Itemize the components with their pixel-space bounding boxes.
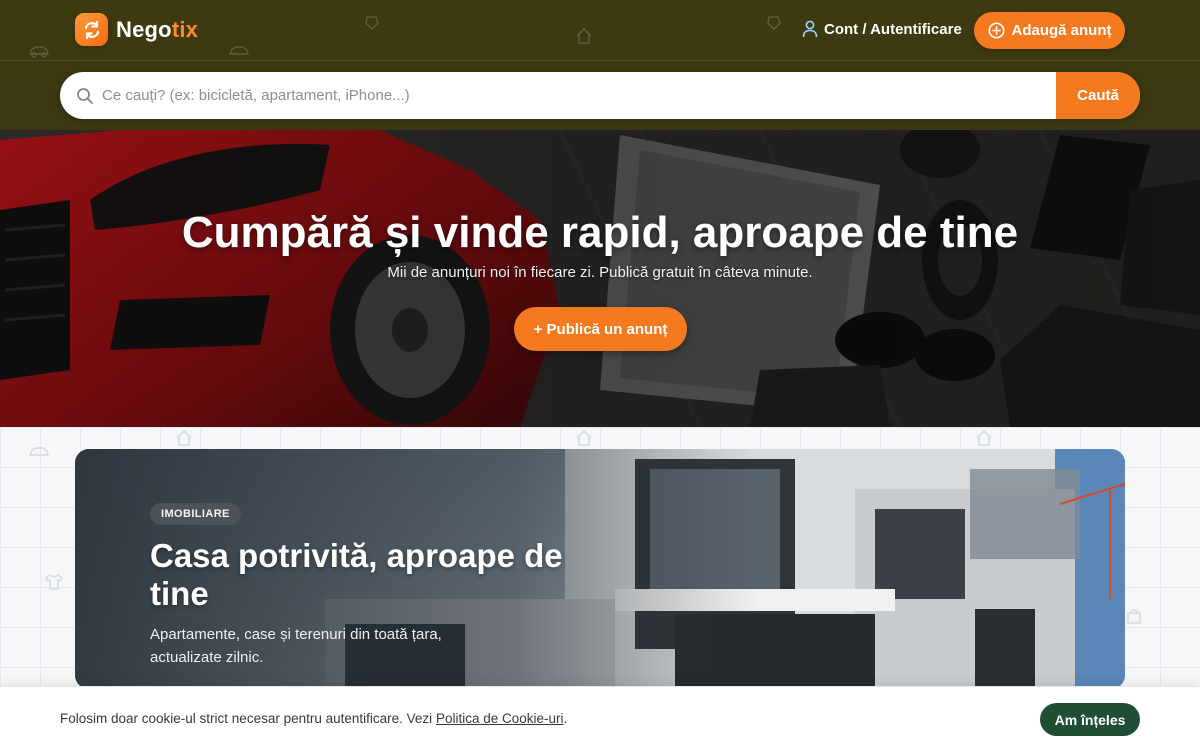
house-doodle-icon — [176, 429, 192, 446]
hero-banner: Cumpără și vinde rapid, aproape de tine … — [0, 130, 1200, 427]
search-input[interactable] — [102, 72, 1056, 119]
tag-doodle-icon — [767, 16, 781, 30]
search-icon — [60, 87, 102, 105]
category-badge: IMOBILIARE — [150, 503, 241, 525]
cookie-banner: Folosim doar cookie-ul strict necesar pe… — [0, 686, 1200, 750]
brand-name-main: Nego — [116, 16, 172, 42]
cookie-text-before: Folosim doar cookie-ul strict necesar pe… — [60, 711, 436, 726]
add-listing-button[interactable]: Adaugă anunț — [974, 12, 1125, 49]
brand-name: Negotix — [116, 17, 198, 43]
car-doodle-icon — [28, 447, 49, 456]
card-description: Apartamente, case și terenuri din toată … — [150, 626, 442, 666]
bag-doodle-icon — [1127, 609, 1141, 624]
brand-logo[interactable]: Negotix — [75, 13, 198, 46]
car-doodle-icon — [28, 46, 49, 58]
publish-listing-button[interactable]: + Publică un anunț — [514, 307, 687, 351]
cookie-message: Folosim doar cookie-ul strict necesar pe… — [60, 711, 567, 726]
brand-name-accent: tix — [171, 16, 199, 42]
account-login-link[interactable]: Cont / Autentificare — [802, 20, 962, 38]
top-header: Negotix Cont / Autentificare Adaugă anun… — [0, 0, 1200, 130]
cookie-policy-link[interactable]: Politica de Cookie-uri — [436, 711, 564, 726]
search-button[interactable]: Caută — [1056, 72, 1140, 119]
refresh-icon — [75, 13, 108, 46]
tag-doodle-icon — [365, 16, 379, 30]
account-login-label: Cont / Autentificare — [824, 20, 962, 38]
hero-title: Cumpără și vinde rapid, aproape de tine — [181, 208, 1019, 257]
tshirt-doodle-icon — [45, 573, 63, 590]
user-icon — [802, 20, 818, 38]
house-doodle-icon — [976, 429, 992, 446]
cookie-accept-button[interactable]: Am înțeles — [1040, 703, 1140, 736]
hero-subtitle: Mii de anunțuri noi în fiecare zi. Publi… — [387, 264, 813, 281]
search-bar: Caută — [60, 72, 1140, 119]
header-divider — [0, 60, 1200, 61]
car-doodle-icon — [228, 46, 249, 55]
cookie-text-after: . — [563, 711, 568, 726]
card-title: Casa potrivită, aproape de tine — [150, 537, 563, 612]
plus-circle-icon — [988, 22, 1004, 39]
add-listing-label: Adaugă anunț — [1011, 22, 1112, 39]
house-doodle-icon — [576, 27, 592, 44]
house-doodle-icon — [576, 429, 592, 446]
real-estate-feature-card[interactable]: IMOBILIARE Casa potrivită, aproape de ti… — [75, 449, 1125, 689]
